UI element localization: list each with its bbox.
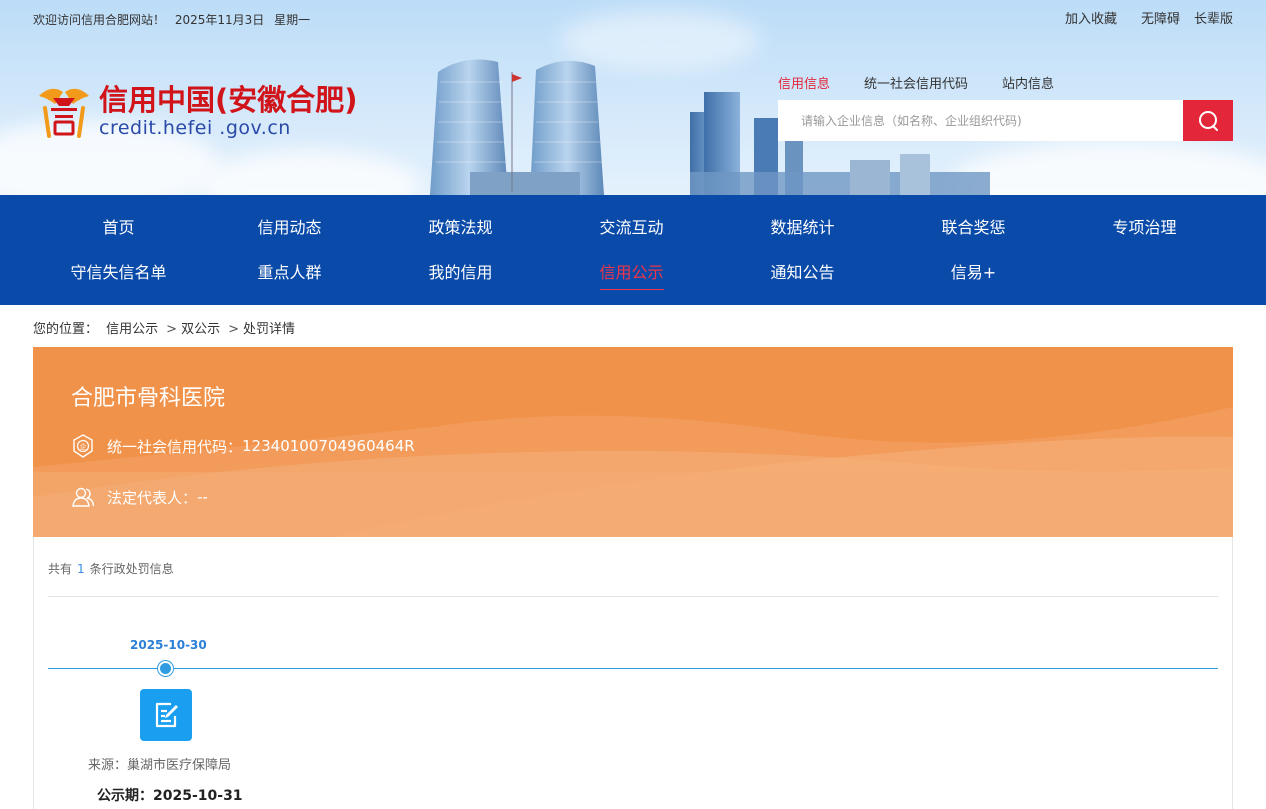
current-weekday: 星期一 [274,13,311,27]
add-favorite-link[interactable]: 加入收藏 [1065,8,1117,27]
nav-credit-news[interactable]: 信用动态 [204,216,375,240]
breadcrumb-item-double-publicity[interactable]: 双公示 [181,322,220,337]
nav-policy[interactable]: 政策法规 [375,216,546,240]
penalty-record-button[interactable] [140,689,192,741]
credit-code-label: 统一社会信用代码： [107,437,243,456]
enterprise-badge-icon: 企 [73,434,93,458]
search-tab-credit-info[interactable]: 信用信息 [778,73,830,92]
timeline-dot [158,661,173,676]
search-tabs: 信用信息 统一社会信用代码 站内信息 [778,73,1054,92]
nav-statistics[interactable]: 数据统计 [717,216,888,240]
nav-my-credit[interactable]: 我的信用 [375,261,546,285]
credit-code-value: 12340100704960464R [242,437,415,455]
record-publish-value: 2025-10-31 [153,788,243,804]
record-source-value: 巢湖市医疗保障局 [127,758,232,773]
record-publish-label: 公示期： [97,788,153,804]
breadcrumb-separator: > [228,322,239,337]
search-tab-credit-code[interactable]: 统一社会信用代码 [864,73,968,92]
breadcrumb-label: 您的位置： [33,322,99,337]
divider [48,596,1218,597]
breadcrumb-item-penalty-detail: 处罚详情 [243,322,296,337]
logo-chinese-title: 信用中国(安徽合肥) [99,83,358,117]
elderly-version-link[interactable]: 长辈版 [1194,8,1233,27]
welcome-text: 欢迎访问信用合肥网站！ 2025年11月3日 星期一 [33,11,316,28]
legal-rep-row: 法定代表人： -- [71,485,208,509]
nav-rewards-punishment[interactable]: 联合奖惩 [888,216,1059,240]
nav-credit-publicity[interactable]: 信用公示 [546,261,717,285]
breadcrumb: 您的位置： 信用公示 > 双公示 > 处罚详情 [33,318,299,337]
org-banner: 合肥市骨科医院 企 统一社会信用代码： 12340100704960464R 法… [33,347,1233,537]
top-links: 加入收藏 无障碍 长辈版 [1065,8,1233,27]
record-count-prefix: 共有 [48,562,73,576]
site-logo[interactable]: 信用中国(安徽合肥) credit.hefei .gov.cn [33,78,358,144]
timeline-line [48,668,1218,669]
nav-key-groups[interactable]: 重点人群 [204,261,375,285]
cloud-decoration [200,150,420,195]
search-icon [1199,110,1218,131]
record-source: 来源：巢湖市医疗保障局 [88,754,231,773]
record-source-label: 来源： [88,758,128,773]
breadcrumb-separator: > [166,322,178,337]
nav-xinyi-plus[interactable]: 信易+ [888,261,1059,285]
search-button[interactable] [1183,100,1233,141]
main-nav: 首页 信用动态 政策法规 交流互动 数据统计 联合奖惩 专项治理 守信失信名单 … [0,195,1266,305]
nav-credit-lists[interactable]: 守信失信名单 [33,261,204,285]
accessibility-link[interactable]: 无障碍 [1141,8,1180,27]
org-name: 合肥市骨科医院 [71,386,226,411]
search-tab-site-info[interactable]: 站内信息 [1002,73,1054,92]
record-count-suffix: 条行政处罚信息 [89,562,174,576]
document-edit-icon [155,702,178,728]
record-publish-period: 公示期：2025-10-31 [97,785,243,805]
svg-text:企: 企 [80,442,87,451]
nav-notices[interactable]: 通知公告 [717,261,888,285]
legal-rep-value: -- [197,488,208,506]
users-icon [72,487,95,507]
nav-interaction[interactable]: 交流互动 [546,216,717,240]
cloud-decoration [950,140,1266,195]
current-date: 2025年11月3日 [174,13,265,27]
credit-seal-icon [39,88,89,138]
logo-domain: credit.hefei .gov.cn [99,117,291,139]
credit-code-row: 企 统一社会信用代码： 12340100704960464R [71,434,415,458]
welcome-message: 欢迎访问信用合肥网站！ [33,13,166,27]
timeline-date: 2025-10-30 [130,638,207,652]
nav-home[interactable]: 首页 [33,216,204,240]
site-header: 欢迎访问信用合肥网站！ 2025年11月3日 星期一 加入收藏 无障碍 长辈版 … [0,0,1266,195]
legal-rep-label: 法定代表人： [107,488,198,507]
record-count: 共有 1 条行政处罚信息 [48,560,174,577]
record-count-number: 1 [77,562,85,576]
nav-special-governance[interactable]: 专项治理 [1059,216,1230,240]
search-input[interactable]: 请输入企业信息（如名称、企业组织代码) [778,100,1184,141]
penalty-records-panel: 共有 1 条行政处罚信息 2025-10-30 来源：巢湖市医疗保障局 公示期：20… [33,537,1233,809]
breadcrumb-item-publicity[interactable]: 信用公示 [106,322,158,337]
